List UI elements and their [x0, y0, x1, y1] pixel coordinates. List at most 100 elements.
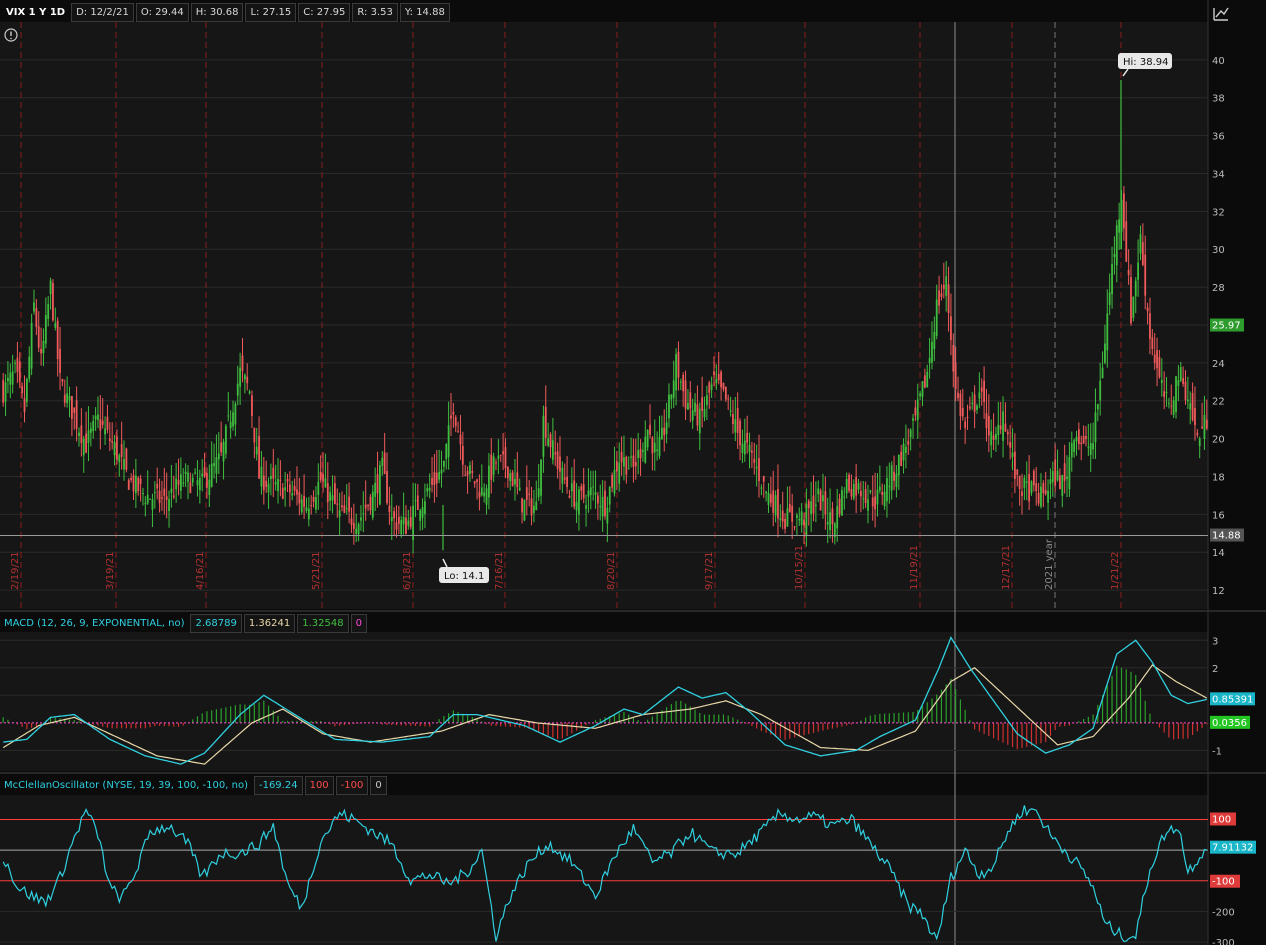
- macd-value: 2.68789: [190, 614, 242, 633]
- candle-body: [146, 494, 149, 504]
- low-readout: L: 27.15: [245, 3, 297, 22]
- candle-body: [331, 495, 334, 501]
- candle-body: [694, 402, 696, 412]
- candle-body: [971, 402, 974, 404]
- price-tick-label: 20: [1212, 435, 1225, 446]
- candle-body: [161, 497, 163, 499]
- candle-body: [533, 505, 535, 513]
- candle-body: [604, 490, 606, 517]
- candle-body: [248, 391, 251, 394]
- macd-title[interactable]: MACD (12, 26, 9, EXPONENTIAL, no): [0, 615, 188, 632]
- candle-body: [466, 470, 469, 476]
- candle-body: [272, 467, 275, 479]
- candle-body: [748, 444, 751, 453]
- chart-style-icon[interactable]: [1213, 7, 1229, 21]
- candle-body: [902, 443, 905, 461]
- candle-body: [402, 517, 405, 525]
- candle-body: [44, 314, 47, 344]
- candle-body: [445, 444, 448, 460]
- candle-body: [134, 475, 137, 494]
- candle-body: [530, 498, 533, 516]
- candle-body: [1179, 367, 1182, 381]
- candle-body: [274, 482, 277, 485]
- candle-body: [201, 473, 204, 477]
- candle-body: [220, 442, 223, 453]
- candle-body: [414, 500, 417, 502]
- mco-lower-value: -100: [335, 776, 369, 795]
- candle-body: [428, 488, 431, 491]
- candle-body: [153, 491, 156, 493]
- candle-body: [14, 362, 16, 364]
- candle-body: [907, 440, 910, 445]
- price-tick-label: 30: [1212, 245, 1225, 256]
- candle-body: [270, 475, 272, 479]
- candle-body: [1002, 411, 1004, 441]
- candle-body: [40, 348, 42, 354]
- candle-body: [116, 436, 118, 461]
- mco-value: -169.24: [253, 776, 303, 795]
- price-tick-label: 32: [1212, 207, 1225, 218]
- candle-body: [933, 331, 936, 350]
- candle-body: [1056, 470, 1059, 481]
- candle-body: [670, 394, 673, 400]
- candle-body: [42, 340, 45, 354]
- candle-body: [682, 374, 685, 392]
- candle-body: [326, 483, 329, 503]
- candle-body: [1139, 234, 1142, 254]
- candle-body: [447, 425, 450, 457]
- candle-body: [660, 427, 663, 440]
- candle-body: [9, 372, 12, 385]
- candle-body: [471, 470, 474, 473]
- candle-body: [293, 485, 296, 491]
- candle-body: [350, 518, 353, 525]
- candle-body: [689, 392, 692, 409]
- candle-body: [767, 492, 770, 505]
- candle-body: [713, 371, 715, 375]
- date-label: 12/17/21: [1001, 545, 1012, 590]
- candle-body: [727, 398, 730, 400]
- candle-body: [217, 453, 220, 460]
- candle-body: [587, 490, 590, 497]
- candle-body: [172, 495, 175, 498]
- candle-body: [239, 367, 242, 387]
- candle-body: [634, 461, 637, 467]
- price-tick-label: 12: [1212, 586, 1225, 597]
- mco-title[interactable]: McClellanOscillator (NYSE, 19, 39, 100, …: [0, 777, 252, 794]
- candle-body: [630, 456, 632, 458]
- candle-body: [1011, 452, 1014, 457]
- candle-body: [348, 496, 351, 512]
- candle-body: [1049, 479, 1052, 484]
- candle-body: [644, 436, 647, 463]
- candle-body: [371, 491, 374, 518]
- candle-body: [409, 516, 412, 528]
- candle-body: [352, 522, 355, 529]
- candle-body: [848, 474, 850, 491]
- candle-body: [1130, 277, 1132, 324]
- symbol-label[interactable]: VIX 1 Y 1D: [2, 4, 69, 21]
- candle-body: [1101, 367, 1104, 379]
- candle-body: [987, 415, 990, 436]
- candle-body: [284, 487, 287, 491]
- candle-body: [765, 491, 768, 494]
- candle-body: [793, 526, 796, 528]
- candle-body: [1070, 443, 1073, 457]
- candle-body: [1035, 483, 1038, 492]
- candle-body: [215, 457, 218, 474]
- candle-body: [142, 493, 144, 495]
- candle-body: [168, 499, 170, 512]
- macd-tick-label: 3: [1212, 636, 1218, 647]
- candle-body: [1115, 225, 1118, 266]
- candle-body: [1099, 380, 1102, 401]
- candle-body: [883, 491, 886, 507]
- candle-body: [781, 510, 784, 522]
- candle-body: [288, 484, 291, 493]
- candle-body: [687, 403, 689, 410]
- candle-body: [1146, 307, 1149, 312]
- candle-body: [324, 478, 327, 488]
- candle-body: [431, 477, 433, 485]
- candle-body: [803, 519, 805, 526]
- candle-body: [104, 428, 106, 435]
- candle-body: [1137, 262, 1140, 280]
- macd-tick-label: -1: [1212, 746, 1222, 757]
- candle-body: [580, 486, 583, 491]
